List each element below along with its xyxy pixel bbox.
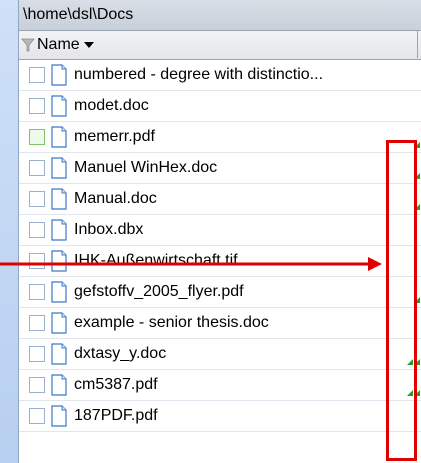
document-icon bbox=[51, 281, 67, 303]
document-icon bbox=[51, 157, 67, 179]
column-header-label: Name bbox=[37, 36, 80, 53]
document-icon bbox=[51, 312, 67, 334]
file-checkbox[interactable] bbox=[29, 222, 45, 238]
file-row[interactable]: cm5387.pdf bbox=[19, 370, 421, 401]
file-list-panel: \home\dsl\Docs Name numbered - degree wi… bbox=[18, 0, 421, 463]
file-checkbox[interactable] bbox=[29, 408, 45, 424]
file-checkbox[interactable] bbox=[29, 253, 45, 269]
file-row[interactable]: Manuel WinHex.doc bbox=[19, 153, 421, 184]
file-name: Inbox.dbx bbox=[74, 221, 144, 238]
file-checkbox[interactable] bbox=[29, 129, 45, 145]
document-icon bbox=[51, 126, 67, 148]
file-name: numbered - degree with distinctio... bbox=[74, 66, 324, 83]
file-name: modet.doc bbox=[74, 97, 149, 114]
file-row[interactable]: dxtasy_y.doc bbox=[19, 339, 421, 370]
file-row[interactable]: IHK-Außenwirtschaft.tif bbox=[19, 246, 421, 277]
document-icon bbox=[51, 374, 67, 396]
document-icon bbox=[51, 64, 67, 86]
document-icon bbox=[51, 188, 67, 210]
file-checkbox[interactable] bbox=[29, 191, 45, 207]
document-icon bbox=[51, 219, 67, 241]
document-icon bbox=[51, 95, 67, 117]
sort-descending-icon[interactable] bbox=[83, 40, 95, 50]
path-bar: \home\dsl\Docs bbox=[19, 0, 421, 31]
file-checkbox[interactable] bbox=[29, 346, 45, 362]
document-icon bbox=[51, 343, 67, 365]
document-icon bbox=[51, 250, 67, 272]
annotation-highlight-box bbox=[386, 140, 417, 461]
file-row[interactable]: Manual.doc bbox=[19, 184, 421, 215]
file-name: gefstoffv_2005_flyer.pdf bbox=[74, 283, 244, 300]
file-name: Manuel WinHex.doc bbox=[74, 159, 218, 176]
file-row[interactable]: 187PDF.pdf bbox=[19, 401, 421, 432]
file-row[interactable]: modet.doc bbox=[19, 91, 421, 122]
file-name: example - senior thesis.doc bbox=[74, 314, 269, 331]
file-row[interactable]: numbered - degree with distinctio... bbox=[19, 60, 421, 91]
file-checkbox[interactable] bbox=[29, 98, 45, 114]
file-name: 187PDF.pdf bbox=[74, 407, 158, 424]
file-checkbox[interactable] bbox=[29, 315, 45, 331]
column-separator[interactable] bbox=[417, 30, 418, 58]
file-name: cm5387.pdf bbox=[74, 376, 158, 393]
file-list: numbered - degree with distinctio... mode… bbox=[19, 60, 421, 432]
file-checkbox[interactable] bbox=[29, 284, 45, 300]
file-row[interactable]: memerr.pdf bbox=[19, 122, 421, 153]
filter-icon[interactable] bbox=[21, 37, 35, 53]
file-name: memerr.pdf bbox=[74, 128, 155, 145]
file-name: dxtasy_y.doc bbox=[74, 345, 167, 362]
file-row[interactable]: Inbox.dbx bbox=[19, 215, 421, 246]
file-checkbox[interactable] bbox=[29, 377, 45, 393]
file-row[interactable]: gefstoffv_2005_flyer.pdf bbox=[19, 277, 421, 308]
file-checkbox[interactable] bbox=[29, 160, 45, 176]
file-row[interactable]: example - senior thesis.doc bbox=[19, 308, 421, 339]
file-checkbox[interactable] bbox=[29, 67, 45, 83]
column-header-name[interactable]: Name bbox=[19, 31, 421, 60]
document-icon bbox=[51, 405, 67, 427]
file-name: Manual.doc bbox=[74, 190, 157, 207]
file-name: IHK-Außenwirtschaft.tif bbox=[74, 252, 238, 269]
